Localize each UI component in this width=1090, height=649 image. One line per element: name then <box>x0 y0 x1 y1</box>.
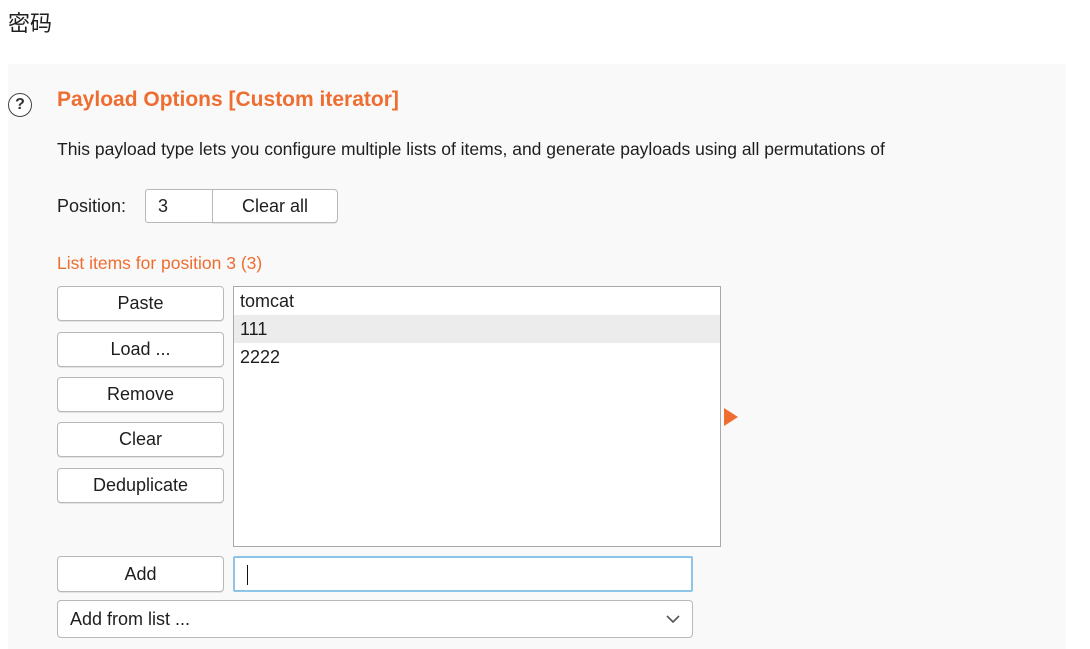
list-item[interactable]: tomcat <box>234 287 720 315</box>
list-item[interactable]: 2222 <box>234 343 720 371</box>
clear-button[interactable]: Clear <box>57 422 224 457</box>
add-from-list-dropdown[interactable]: Add from list ... <box>57 600 693 638</box>
add-from-list-label: Add from list ... <box>70 609 191 629</box>
position-select[interactable]: 3 <box>145 189 213 223</box>
payload-options-panel: ? Payload Options [Custom iterator] This… <box>8 64 1066 649</box>
remove-button[interactable]: Remove <box>57 377 224 412</box>
section-description: This payload type lets you configure mul… <box>57 139 885 159</box>
text-caret <box>247 565 248 585</box>
help-icon[interactable]: ? <box>8 93 32 117</box>
list-items-label: List items for position 3 (3) <box>57 253 263 273</box>
clear-all-button[interactable]: Clear all <box>212 189 338 223</box>
payload-list[interactable]: tomcat 111 2222 <box>233 286 721 547</box>
paste-button[interactable]: Paste <box>57 286 224 321</box>
load-button[interactable]: Load ... <box>57 332 224 367</box>
document-caption: 密码 <box>8 12 53 37</box>
position-label: Position: <box>57 196 127 216</box>
add-button[interactable]: Add <box>57 556 224 592</box>
chevron-down-icon <box>666 615 680 624</box>
expand-arrow-icon[interactable] <box>724 408 738 426</box>
add-item-input[interactable] <box>233 556 693 592</box>
section-title: Payload Options [Custom iterator] <box>57 88 399 111</box>
list-item-selected[interactable]: 111 <box>234 315 720 343</box>
deduplicate-button[interactable]: Deduplicate <box>57 468 224 503</box>
